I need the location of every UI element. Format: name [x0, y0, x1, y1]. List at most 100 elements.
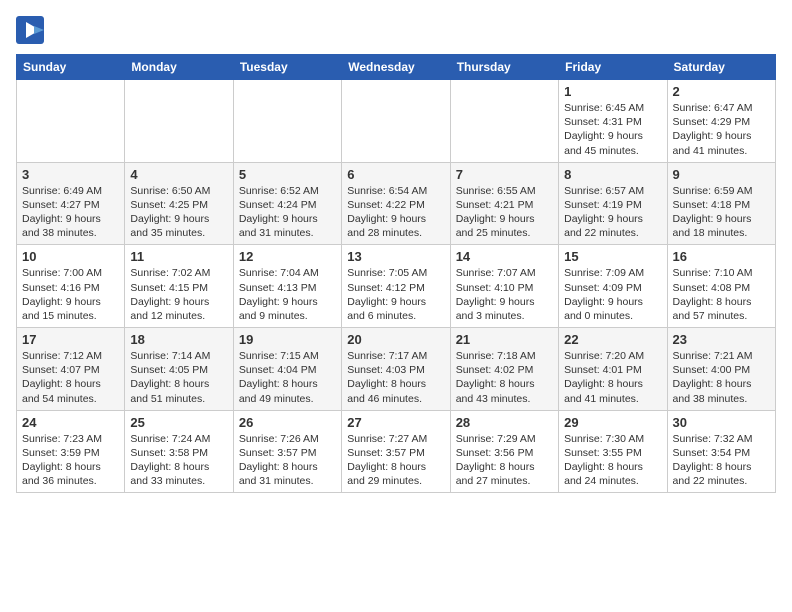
- day-number: 9: [673, 167, 770, 182]
- header-row: SundayMondayTuesdayWednesdayThursdayFrid…: [17, 55, 776, 80]
- logo: [16, 16, 48, 44]
- day-number: 26: [239, 415, 336, 430]
- day-number: 28: [456, 415, 553, 430]
- day-cell: 4 Sunrise: 6:50 AM Sunset: 4:25 PM Daylig…: [125, 162, 233, 245]
- day-cell: 5 Sunrise: 6:52 AM Sunset: 4:24 PM Daylig…: [233, 162, 341, 245]
- day-cell: [17, 80, 125, 163]
- day-cell: 14 Sunrise: 7:07 AM Sunset: 4:10 PM Dayli…: [450, 245, 558, 328]
- day-info: Sunrise: 7:18 AM Sunset: 4:02 PM Dayligh…: [456, 349, 553, 406]
- day-cell: 8 Sunrise: 6:57 AM Sunset: 4:19 PM Daylig…: [559, 162, 667, 245]
- day-cell: 29 Sunrise: 7:30 AM Sunset: 3:55 PM Dayli…: [559, 410, 667, 493]
- day-number: 5: [239, 167, 336, 182]
- day-info: Sunrise: 7:12 AM Sunset: 4:07 PM Dayligh…: [22, 349, 119, 406]
- day-info: Sunrise: 7:24 AM Sunset: 3:58 PM Dayligh…: [130, 432, 227, 489]
- day-cell: 7Sunrise: 6:55 AM Sunset: 4:21 PM Daylig…: [450, 162, 558, 245]
- week-row-1: 3 Sunrise: 6:49 AM Sunset: 4:27 PM Daylig…: [17, 162, 776, 245]
- day-cell: [125, 80, 233, 163]
- day-number: 27: [347, 415, 444, 430]
- day-number: 4: [130, 167, 227, 182]
- day-cell: 19 Sunrise: 7:15 AM Sunset: 4:04 PM Dayli…: [233, 328, 341, 411]
- day-number: 29: [564, 415, 661, 430]
- day-info: Sunrise: 7:00 AM Sunset: 4:16 PM Dayligh…: [22, 266, 119, 323]
- day-info: Sunrise: 7:15 AM Sunset: 4:04 PM Dayligh…: [239, 349, 336, 406]
- day-number: 8: [564, 167, 661, 182]
- day-number: 16: [673, 249, 770, 264]
- day-info: Sunrise: 7:14 AM Sunset: 4:05 PM Dayligh…: [130, 349, 227, 406]
- day-info: Sunrise: 6:49 AM Sunset: 4:27 PM Dayligh…: [22, 184, 119, 241]
- day-cell: 30Sunrise: 7:32 AM Sunset: 3:54 PM Dayli…: [667, 410, 775, 493]
- day-info: Sunrise: 7:10 AM Sunset: 4:08 PM Dayligh…: [673, 266, 770, 323]
- day-info: Sunrise: 6:57 AM Sunset: 4:19 PM Dayligh…: [564, 184, 661, 241]
- header-cell-sunday: Sunday: [17, 55, 125, 80]
- day-number: 6: [347, 167, 444, 182]
- day-number: 13: [347, 249, 444, 264]
- day-number: 3: [22, 167, 119, 182]
- day-cell: 17 Sunrise: 7:12 AM Sunset: 4:07 PM Dayli…: [17, 328, 125, 411]
- day-cell: 9 Sunrise: 6:59 AM Sunset: 4:18 PM Daylig…: [667, 162, 775, 245]
- week-row-2: 10 Sunrise: 7:00 AM Sunset: 4:16 PM Dayli…: [17, 245, 776, 328]
- day-cell: [342, 80, 450, 163]
- day-info: Sunrise: 7:04 AM Sunset: 4:13 PM Dayligh…: [239, 266, 336, 323]
- day-cell: 20 Sunrise: 7:17 AM Sunset: 4:03 PM Dayli…: [342, 328, 450, 411]
- day-number: 20: [347, 332, 444, 347]
- day-info: Sunrise: 7:27 AM Sunset: 3:57 PM Dayligh…: [347, 432, 444, 489]
- day-info: Sunrise: 6:47 AM Sunset: 4:29 PM Dayligh…: [673, 101, 770, 158]
- day-info: Sunrise: 7:21 AM Sunset: 4:00 PM Dayligh…: [673, 349, 770, 406]
- day-info: Sunrise: 6:52 AM Sunset: 4:24 PM Dayligh…: [239, 184, 336, 241]
- day-cell: 12 Sunrise: 7:04 AM Sunset: 4:13 PM Dayli…: [233, 245, 341, 328]
- day-info: Sunrise: 7:02 AM Sunset: 4:15 PM Dayligh…: [130, 266, 227, 323]
- day-cell: 11 Sunrise: 7:02 AM Sunset: 4:15 PM Dayli…: [125, 245, 233, 328]
- day-cell: 22 Sunrise: 7:20 AM Sunset: 4:01 PM Dayli…: [559, 328, 667, 411]
- day-info: Sunrise: 7:30 AM Sunset: 3:55 PM Dayligh…: [564, 432, 661, 489]
- day-number: 19: [239, 332, 336, 347]
- header-cell-monday: Monday: [125, 55, 233, 80]
- day-number: 11: [130, 249, 227, 264]
- day-cell: 18 Sunrise: 7:14 AM Sunset: 4:05 PM Dayli…: [125, 328, 233, 411]
- day-cell: 28 Sunrise: 7:29 AM Sunset: 3:56 PM Dayli…: [450, 410, 558, 493]
- day-cell: 13 Sunrise: 7:05 AM Sunset: 4:12 PM Dayli…: [342, 245, 450, 328]
- calendar-body: 1Sunrise: 6:45 AM Sunset: 4:31 PM Daylig…: [17, 80, 776, 493]
- day-number: 18: [130, 332, 227, 347]
- day-info: Sunrise: 6:54 AM Sunset: 4:22 PM Dayligh…: [347, 184, 444, 241]
- day-cell: 3 Sunrise: 6:49 AM Sunset: 4:27 PM Daylig…: [17, 162, 125, 245]
- day-info: Sunrise: 7:23 AM Sunset: 3:59 PM Dayligh…: [22, 432, 119, 489]
- day-cell: 1Sunrise: 6:45 AM Sunset: 4:31 PM Daylig…: [559, 80, 667, 163]
- day-cell: 6 Sunrise: 6:54 AM Sunset: 4:22 PM Daylig…: [342, 162, 450, 245]
- day-info: Sunrise: 7:26 AM Sunset: 3:57 PM Dayligh…: [239, 432, 336, 489]
- day-cell: 27 Sunrise: 7:27 AM Sunset: 3:57 PM Dayli…: [342, 410, 450, 493]
- header-cell-tuesday: Tuesday: [233, 55, 341, 80]
- day-number: 22: [564, 332, 661, 347]
- day-cell: 25Sunrise: 7:24 AM Sunset: 3:58 PM Dayli…: [125, 410, 233, 493]
- day-number: 7: [456, 167, 553, 182]
- day-info: Sunrise: 7:17 AM Sunset: 4:03 PM Dayligh…: [347, 349, 444, 406]
- day-info: Sunrise: 6:59 AM Sunset: 4:18 PM Dayligh…: [673, 184, 770, 241]
- day-info: Sunrise: 7:07 AM Sunset: 4:10 PM Dayligh…: [456, 266, 553, 323]
- week-row-3: 17 Sunrise: 7:12 AM Sunset: 4:07 PM Dayli…: [17, 328, 776, 411]
- day-number: 15: [564, 249, 661, 264]
- day-info: Sunrise: 7:20 AM Sunset: 4:01 PM Dayligh…: [564, 349, 661, 406]
- day-cell: 15 Sunrise: 7:09 AM Sunset: 4:09 PM Dayli…: [559, 245, 667, 328]
- day-cell: 26 Sunrise: 7:26 AM Sunset: 3:57 PM Dayli…: [233, 410, 341, 493]
- day-info: Sunrise: 7:29 AM Sunset: 3:56 PM Dayligh…: [456, 432, 553, 489]
- day-number: 12: [239, 249, 336, 264]
- day-cell: 2 Sunrise: 6:47 AM Sunset: 4:29 PM Daylig…: [667, 80, 775, 163]
- week-row-0: 1Sunrise: 6:45 AM Sunset: 4:31 PM Daylig…: [17, 80, 776, 163]
- day-cell: 23Sunrise: 7:21 AM Sunset: 4:00 PM Dayli…: [667, 328, 775, 411]
- day-info: Sunrise: 7:09 AM Sunset: 4:09 PM Dayligh…: [564, 266, 661, 323]
- day-number: 17: [22, 332, 119, 347]
- calendar-header: SundayMondayTuesdayWednesdayThursdayFrid…: [17, 55, 776, 80]
- day-info: Sunrise: 7:05 AM Sunset: 4:12 PM Dayligh…: [347, 266, 444, 323]
- day-info: Sunrise: 6:50 AM Sunset: 4:25 PM Dayligh…: [130, 184, 227, 241]
- day-number: 14: [456, 249, 553, 264]
- day-cell: 10 Sunrise: 7:00 AM Sunset: 4:16 PM Dayli…: [17, 245, 125, 328]
- header: [16, 16, 776, 44]
- day-number: 24: [22, 415, 119, 430]
- day-number: 21: [456, 332, 553, 347]
- week-row-4: 24 Sunrise: 7:23 AM Sunset: 3:59 PM Dayli…: [17, 410, 776, 493]
- day-number: 10: [22, 249, 119, 264]
- logo-icon: [16, 16, 44, 44]
- day-cell: 24 Sunrise: 7:23 AM Sunset: 3:59 PM Dayli…: [17, 410, 125, 493]
- day-number: 30: [673, 415, 770, 430]
- day-number: 2: [673, 84, 770, 99]
- day-number: 1: [564, 84, 661, 99]
